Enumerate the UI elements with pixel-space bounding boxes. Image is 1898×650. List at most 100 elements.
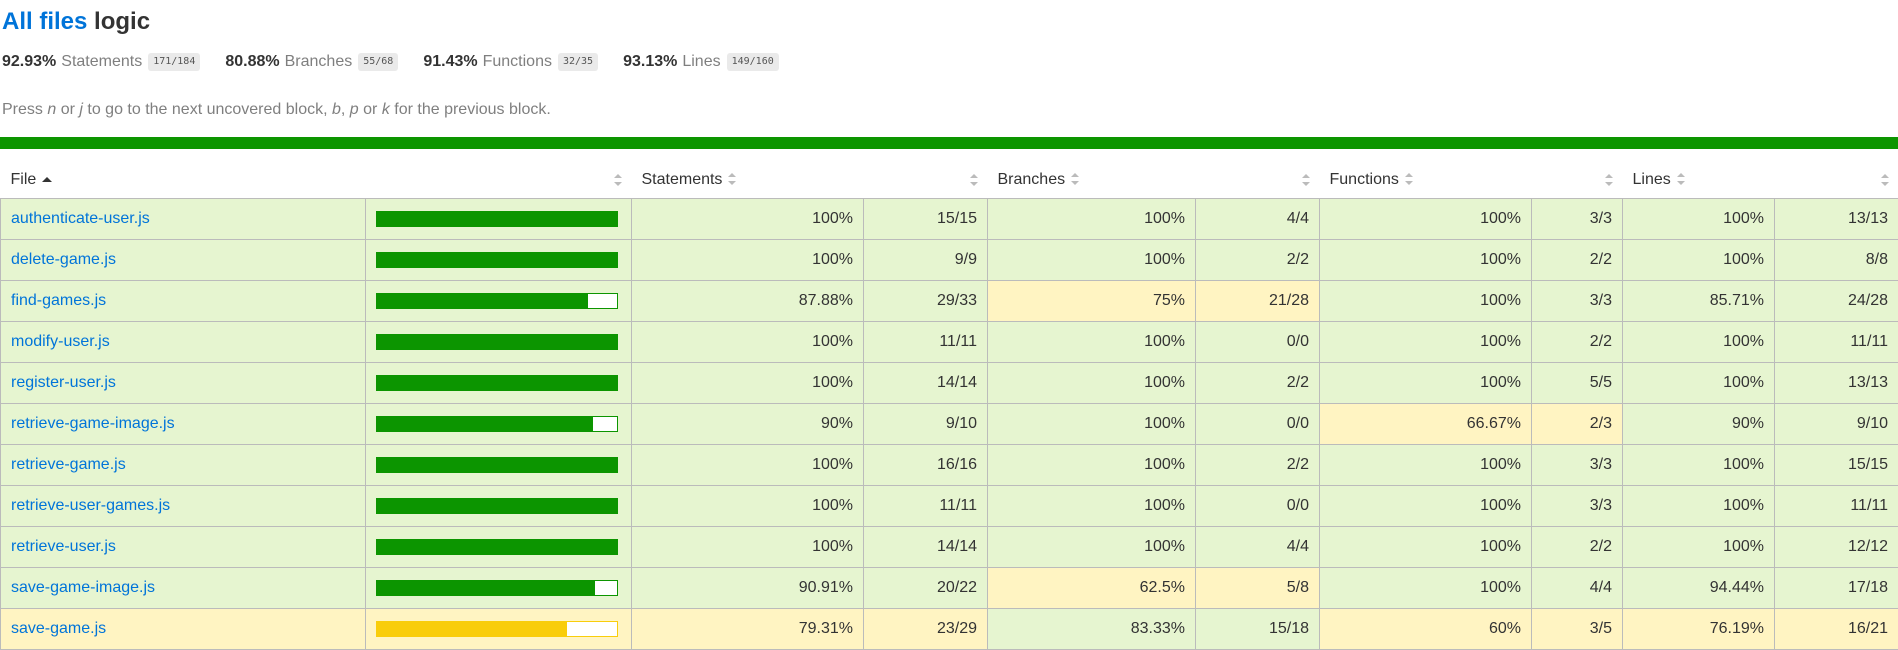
coverage-bar xyxy=(376,334,618,350)
coverage-bar-cell xyxy=(365,608,632,650)
coverage-bar-fill xyxy=(377,622,568,636)
lines-pct: 100% xyxy=(1622,321,1775,363)
coverage-bar-cell xyxy=(365,321,632,363)
file-cell: modify-user.js xyxy=(0,321,366,363)
branches-fraction: 4/4 xyxy=(1195,198,1320,240)
lines-pct: 100% xyxy=(1622,362,1775,404)
keyboard-hint: Press n or j to go to the next uncovered… xyxy=(2,101,551,118)
table-row: authenticate-user.js 100% 15/15 100% 4/4 100%… xyxy=(0,198,1898,240)
lines-fraction: 13/13 xyxy=(1774,198,1898,240)
summary-pct: 80.88% xyxy=(225,53,280,70)
column-header-functions[interactable]: Functions xyxy=(1319,161,1532,199)
file-cell: retrieve-user.js xyxy=(0,526,366,568)
coverage-bar xyxy=(376,293,618,309)
coverage-bar-cell xyxy=(365,280,632,322)
table-row: save-game-image.js 90.91% 20/22 62.5% 5/8 100… xyxy=(0,567,1898,609)
functions-pct: 100% xyxy=(1319,198,1532,240)
table-row: find-games.js 87.88% 29/33 75% 21/28 100% 3/3 8… xyxy=(0,280,1898,322)
functions-fraction: 3/3 xyxy=(1531,485,1623,527)
file-link[interactable]: retrieve-game-image.js xyxy=(11,415,175,432)
functions-fraction: 3/3 xyxy=(1531,444,1623,486)
file-link[interactable]: delete-game.js xyxy=(11,251,116,268)
column-header-lines[interactable]: Lines xyxy=(1622,161,1775,199)
file-cell: find-games.js xyxy=(0,280,366,322)
branches-fraction: 0/0 xyxy=(1195,403,1320,445)
functions-pct: 100% xyxy=(1319,444,1532,486)
branches-fraction: 2/2 xyxy=(1195,362,1320,404)
file-cell: save-game.js xyxy=(0,608,366,650)
functions-pct: 100% xyxy=(1319,567,1532,609)
coverage-bar xyxy=(376,621,618,637)
branches-fraction: 15/18 xyxy=(1195,608,1320,650)
lines-pct: 100% xyxy=(1622,239,1775,281)
coverage-bar-cell xyxy=(365,362,632,404)
statements-pct: 100% xyxy=(631,362,864,404)
file-link[interactable]: modify-user.js xyxy=(11,333,110,350)
functions-fraction: 3/5 xyxy=(1531,608,1623,650)
table-row: retrieve-user-games.js 100% 11/11 100% 0/0 10… xyxy=(0,485,1898,527)
lines-pct: 100% xyxy=(1622,444,1775,486)
functions-fraction: 2/3 xyxy=(1531,403,1623,445)
functions-pct: 60% xyxy=(1319,608,1532,650)
coverage-bar-cell xyxy=(365,485,632,527)
coverage-bar xyxy=(376,498,618,514)
coverage-bar-fill xyxy=(377,376,617,390)
column-header-functions-fraction[interactable] xyxy=(1531,161,1623,199)
file-link[interactable]: retrieve-game.js xyxy=(11,456,126,473)
column-header-bar[interactable] xyxy=(365,161,632,199)
functions-pct: 66.67% xyxy=(1319,403,1532,445)
functions-pct: 100% xyxy=(1319,239,1532,281)
coverage-bar xyxy=(376,252,618,268)
lines-fraction: 8/8 xyxy=(1774,239,1898,281)
statements-pct: 100% xyxy=(631,526,864,568)
file-link[interactable]: find-games.js xyxy=(11,292,106,309)
file-link[interactable]: save-game.js xyxy=(11,620,106,637)
sort-icon xyxy=(1676,173,1685,186)
table-header: File Statements Branches Functions Lines xyxy=(0,161,1898,199)
column-header-file[interactable]: File xyxy=(0,161,366,199)
summary-functions: 91.43% Functions 32/35 xyxy=(423,53,599,71)
column-header-branches[interactable]: Branches xyxy=(987,161,1196,199)
column-header-statements-fraction[interactable] xyxy=(863,161,988,199)
summary-label: Lines xyxy=(682,53,721,70)
column-header-lines-fraction[interactable] xyxy=(1774,161,1898,199)
summary-pct: 91.43% xyxy=(423,53,478,70)
statements-fraction: 29/33 xyxy=(863,280,988,322)
coverage-bar-fill xyxy=(377,499,617,513)
file-link[interactable]: save-game-image.js xyxy=(11,579,155,596)
summary-pct: 93.13% xyxy=(623,53,678,70)
coverage-bar-cell xyxy=(365,567,632,609)
functions-fraction: 2/2 xyxy=(1531,321,1623,363)
branches-fraction: 0/0 xyxy=(1195,321,1320,363)
file-link[interactable]: register-user.js xyxy=(11,374,116,391)
statements-fraction: 15/15 xyxy=(863,198,988,240)
summary-statements: 92.93% Statements 171/184 xyxy=(2,53,201,71)
statements-pct: 90% xyxy=(631,403,864,445)
table-row: register-user.js 100% 14/14 100% 2/2 100% 5/5 1… xyxy=(0,362,1898,404)
sort-icon xyxy=(1301,174,1310,186)
branches-pct: 100% xyxy=(987,526,1196,568)
statements-fraction: 14/14 xyxy=(863,526,988,568)
statements-pct: 79.31% xyxy=(631,608,864,650)
column-header-statements[interactable]: Statements xyxy=(631,161,864,199)
branches-pct: 100% xyxy=(987,198,1196,240)
lines-fraction: 9/10 xyxy=(1774,403,1898,445)
file-link[interactable]: retrieve-user-games.js xyxy=(11,497,170,514)
file-cell: retrieve-game.js xyxy=(0,444,366,486)
branches-fraction: 5/8 xyxy=(1195,567,1320,609)
coverage-bar-fill xyxy=(377,540,617,554)
summary-label: Statements xyxy=(61,53,143,70)
all-files-link[interactable]: All files xyxy=(2,8,87,35)
file-link[interactable]: authenticate-user.js xyxy=(11,210,150,227)
summary-lines: 93.13% Lines 149/160 xyxy=(623,53,779,71)
branches-pct: 100% xyxy=(987,403,1196,445)
sort-icon xyxy=(969,174,978,186)
functions-fraction: 2/2 xyxy=(1531,526,1623,568)
sort-icon xyxy=(1604,174,1613,186)
functions-pct: 100% xyxy=(1319,485,1532,527)
branches-fraction: 4/4 xyxy=(1195,526,1320,568)
coverage-bar xyxy=(376,375,618,391)
file-link[interactable]: retrieve-user.js xyxy=(11,538,116,555)
statements-pct: 100% xyxy=(631,198,864,240)
column-header-branches-fraction[interactable] xyxy=(1195,161,1320,199)
